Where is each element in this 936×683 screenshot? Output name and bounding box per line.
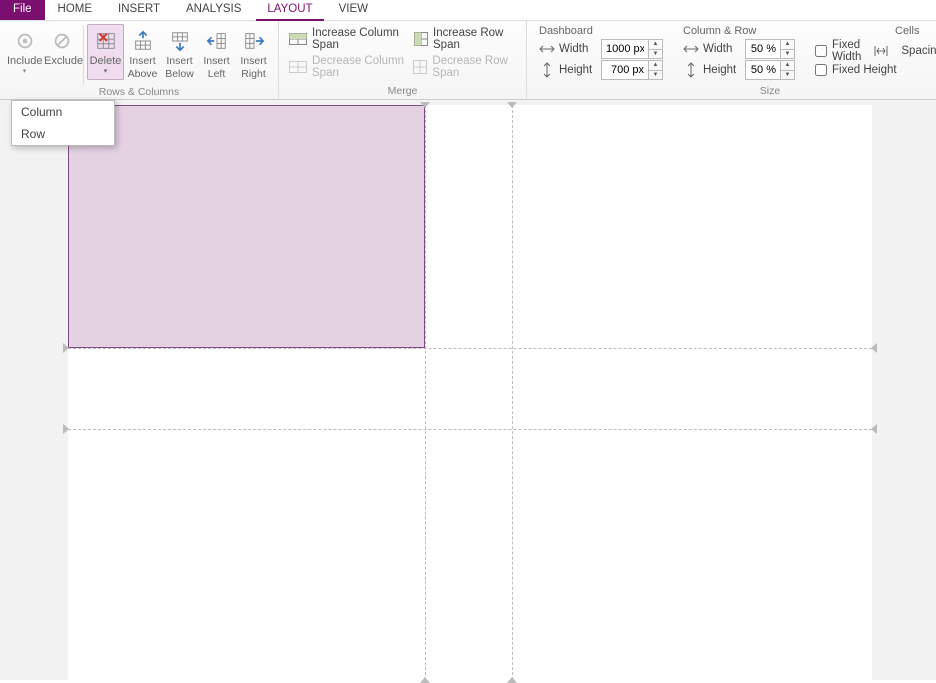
group-title-rows-columns: Rows & Columns: [6, 86, 272, 100]
cells-size: Cells Fixed Width Spacing ▲▼ Fixed Heigh…: [815, 25, 936, 80]
include-button[interactable]: Include ▾: [6, 24, 43, 80]
tab-view[interactable]: VIEW: [326, 0, 381, 20]
height-icon: [683, 63, 699, 77]
spin-up-icon[interactable]: ▲: [649, 40, 662, 50]
row-handle-right-2[interactable]: [871, 424, 877, 434]
design-stage: [0, 100, 936, 680]
group-title-size: Size: [533, 85, 936, 99]
spin-up-icon[interactable]: ▲: [781, 61, 794, 71]
tab-strip: File HOME INSERT ANALYSIS LAYOUT VIEW: [0, 0, 936, 21]
delete-column-item[interactable]: Column: [12, 101, 114, 123]
exclude-icon: [44, 27, 79, 55]
insert-below-icon: [162, 27, 197, 55]
delete-icon: [88, 27, 123, 55]
grid-divider-horizontal-2[interactable]: [68, 429, 872, 430]
row-handle-left-2[interactable]: [63, 424, 69, 434]
insert-above-icon: [125, 27, 160, 55]
row-handle-right-1[interactable]: [871, 343, 877, 353]
decrease-row-span-button[interactable]: Decrease Row Span: [413, 55, 516, 79]
group-merge: Increase Column Span Decrease Column Spa…: [279, 21, 527, 99]
increase-row-span-icon: [413, 32, 428, 46]
delete-row-item[interactable]: Row: [12, 123, 114, 145]
increase-column-span-button[interactable]: Increase Column Span: [289, 27, 405, 51]
increase-column-span-icon: [289, 32, 307, 46]
selected-cell[interactable]: [68, 105, 425, 348]
row-handle-left-1[interactable]: [63, 343, 69, 353]
decrease-column-span-icon: [289, 60, 307, 74]
column-row-size: Column & Row Width ▲▼ Height: [683, 25, 795, 80]
column-handle-bottom-1[interactable]: [420, 677, 430, 683]
dashboard-canvas[interactable]: [68, 105, 872, 680]
dashboard-height-input[interactable]: ▲▼: [601, 60, 663, 80]
increase-row-span-button[interactable]: Increase Row Span: [413, 27, 516, 51]
decrease-column-span-button[interactable]: Decrease Column Span: [289, 55, 405, 79]
spin-up-icon[interactable]: ▲: [649, 61, 662, 71]
decrease-row-span-icon: [413, 60, 427, 74]
tab-file[interactable]: File: [0, 0, 45, 20]
tab-layout[interactable]: LAYOUT: [254, 0, 325, 20]
column-handle-bottom-2[interactable]: [507, 677, 517, 683]
group-title-merge: Merge: [285, 85, 520, 99]
group-size: Dashboard Width ▲▼ Height: [527, 21, 936, 99]
tab-analysis[interactable]: ANALYSIS: [173, 0, 254, 20]
delete-dropdown: Column Row: [11, 100, 115, 146]
dashboard-width-input[interactable]: ▲▼: [601, 39, 663, 59]
insert-above-button[interactable]: Insert Above: [124, 24, 161, 83]
width-icon: [683, 42, 699, 56]
spacing-icon: [873, 44, 889, 58]
tab-insert[interactable]: INSERT: [105, 0, 173, 20]
insert-left-button[interactable]: Insert Left: [198, 24, 235, 83]
spin-down-icon[interactable]: ▼: [781, 50, 794, 59]
colrow-height-input[interactable]: ▲▼: [745, 60, 795, 80]
fixed-height-checkbox[interactable]: Fixed Height: [815, 64, 897, 76]
column-handle-2[interactable]: [507, 102, 517, 108]
insert-left-icon: [199, 27, 234, 55]
grid-divider-horizontal-1[interactable]: [68, 348, 872, 349]
exclude-button[interactable]: Exclude: [43, 24, 80, 71]
fixed-width-checkbox[interactable]: Fixed Width: [815, 39, 861, 63]
ribbon: Include ▾ Exclude Delete ▾ Insert Above …: [0, 21, 936, 100]
spin-down-icon[interactable]: ▼: [649, 71, 662, 80]
tab-home[interactable]: HOME: [45, 0, 106, 20]
height-icon: [539, 63, 555, 77]
delete-button[interactable]: Delete ▾: [87, 24, 124, 80]
column-handle-1[interactable]: [420, 102, 430, 108]
include-icon: [7, 27, 42, 55]
dashboard-size: Dashboard Width ▲▼ Height: [539, 25, 663, 80]
insert-below-button[interactable]: Insert Below: [161, 24, 198, 83]
grid-divider-vertical-1[interactable]: [425, 105, 426, 680]
grid-divider-vertical-2[interactable]: [512, 105, 513, 680]
colrow-width-input[interactable]: ▲▼: [745, 39, 795, 59]
spin-down-icon[interactable]: ▼: [649, 50, 662, 59]
insert-right-icon: [236, 27, 271, 55]
spin-down-icon[interactable]: ▼: [781, 71, 794, 80]
spin-up-icon[interactable]: ▲: [781, 40, 794, 50]
group-rows-columns: Include ▾ Exclude Delete ▾ Insert Above …: [0, 21, 279, 99]
insert-right-button[interactable]: Insert Right: [235, 24, 272, 83]
width-icon: [539, 42, 555, 56]
